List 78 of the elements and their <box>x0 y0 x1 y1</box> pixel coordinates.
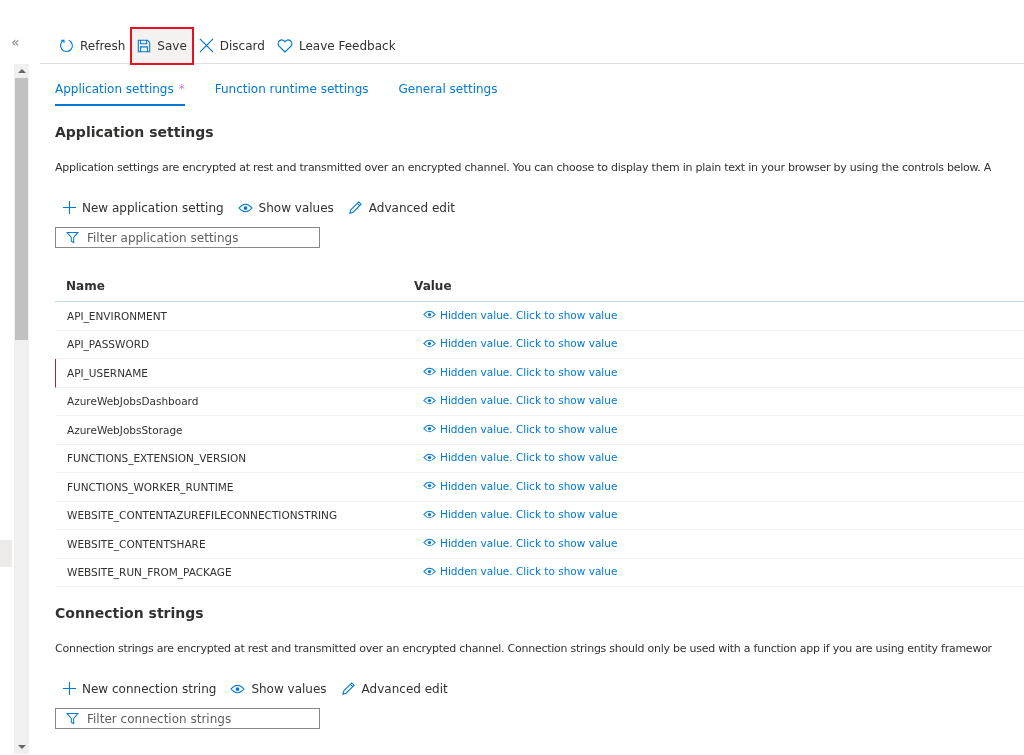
refresh-icon <box>59 38 74 53</box>
section-description: Application settings are encrypted at rest and transmitted over an encrypted channel. You can choose to display them in plain text in your browser by using the controls below. A <box>55 161 993 174</box>
close-icon <box>198 38 214 53</box>
filter-icon <box>66 231 79 244</box>
table-row[interactable]: API_PASSWORD Hidden value. Click to show value <box>55 330 1024 359</box>
tab[interactable]: Application settings * <box>55 79 185 106</box>
table-row[interactable]: AzureWebJobsDashboard Hidden value. Click to show value <box>55 387 1024 416</box>
save-icon <box>137 38 152 53</box>
eye-icon <box>423 310 436 320</box>
eye-icon <box>423 367 436 377</box>
show-value-link[interactable]: Hidden value. Click to show value <box>423 565 618 578</box>
eye-icon <box>423 338 436 348</box>
heart-icon <box>276 38 293 53</box>
section-description: Connection strings are encrypted at rest and transmitted over an encrypted channel. Connection strings should only be used with a function app if you are using entity framewor <box>55 642 993 655</box>
show-value-link[interactable]: Hidden value. Click to show value <box>423 308 618 321</box>
table-row[interactable]: FUNCTIONS_EXTENSION_VERSION Hidden value. Click to show value <box>55 444 1024 473</box>
eye-icon <box>423 566 436 576</box>
eye-icon <box>423 538 436 548</box>
filter-icon <box>66 712 79 725</box>
setting-name: API_ENVIRONMENT <box>66 309 168 322</box>
show-value-link[interactable]: Hidden value. Click to show value <box>423 479 618 492</box>
filter-field[interactable]: Filter application settings <box>55 227 320 248</box>
eye-icon <box>423 395 436 405</box>
setting-name: WEBSITE_CONTENTAZUREFILECONNECTIONSTRING <box>66 509 339 522</box>
setting-name: WEBSITE_RUN_FROM_PACKAGE <box>66 566 233 579</box>
scroll-down-icon[interactable] <box>17 744 26 750</box>
advanced-edit-button[interactable]: Advanced edit <box>347 200 455 215</box>
show-value-link[interactable]: Hidden value. Click to show value <box>423 365 618 378</box>
eye-icon <box>230 683 246 694</box>
show-value-link[interactable]: Hidden value. Click to show value <box>423 451 618 464</box>
setting-name: AzureWebJobsStorage <box>66 423 184 436</box>
setting-name: API_PASSWORD <box>66 338 151 351</box>
tab[interactable]: Function runtime settings <box>214 79 369 106</box>
refresh-button[interactable]: Refresh <box>54 28 131 63</box>
add-button[interactable]: New connection string <box>55 681 217 696</box>
scroll-up-icon[interactable] <box>17 68 26 74</box>
pencil-icon <box>340 681 356 696</box>
tab[interactable]: General settings <box>398 79 498 106</box>
show-values-button[interactable]: Show values <box>230 681 327 696</box>
column-header: Value <box>414 279 453 293</box>
scrollbar[interactable] <box>14 64 29 754</box>
show-value-link[interactable]: Hidden value. Click to show value <box>423 337 618 350</box>
pencil-icon <box>347 200 363 215</box>
discard-button[interactable]: Discard <box>193 28 270 63</box>
eye-icon <box>237 202 253 213</box>
setting-name: WEBSITE_CONTENTSHARE <box>66 537 207 550</box>
table-row[interactable]: AzureWebJobsStorage Hidden value. Click to show value <box>55 416 1024 445</box>
setting-name: AzureWebJobsDashboard <box>66 395 200 408</box>
plus-icon <box>63 682 76 695</box>
collapse-button[interactable]: « <box>11 34 20 50</box>
eye-icon <box>423 481 436 491</box>
filter-field[interactable]: Filter connection strings <box>55 708 320 729</box>
show-value-link[interactable]: Hidden value. Click to show value <box>423 422 618 435</box>
section-heading: Connection strings <box>55 605 205 621</box>
add-button[interactable]: New application setting <box>55 200 224 215</box>
advanced-edit-button[interactable]: Advanced edit <box>340 681 448 696</box>
plus-icon <box>63 201 76 214</box>
show-value-link[interactable]: Hidden value. Click to show value <box>423 394 618 407</box>
show-values-button[interactable]: Show values <box>237 200 334 215</box>
column-header: Name <box>65 279 106 293</box>
table-row[interactable]: WEBSITE_CONTENTAZUREFILECONNECTIONSTRING Hidden value. Click to show value <box>55 501 1024 530</box>
table-row[interactable]: API_ENVIRONMENT Hidden value. Click to show value <box>55 302 1024 331</box>
setting-name: FUNCTIONS_WORKER_RUNTIME <box>66 480 235 493</box>
table-row[interactable]: FUNCTIONS_WORKER_RUNTIME Hidden value. Click to show value <box>55 473 1024 502</box>
feedback-button[interactable]: Leave Feedback <box>271 28 401 63</box>
eye-icon <box>423 509 436 519</box>
eye-icon <box>423 424 436 434</box>
eye-icon <box>423 452 436 462</box>
save-button[interactable]: Save <box>132 28 192 63</box>
table-row[interactable]: API_USERNAME Hidden value. Click to show value <box>55 359 1024 388</box>
table-row[interactable]: WEBSITE_CONTENTSHARE Hidden value. Click to show value <box>55 530 1024 559</box>
setting-name: FUNCTIONS_EXTENSION_VERSION <box>66 452 248 465</box>
show-value-link[interactable]: Hidden value. Click to show value <box>423 508 618 521</box>
setting-name: API_USERNAME <box>66 366 149 379</box>
table-row[interactable]: WEBSITE_RUN_FROM_PACKAGE Hidden value. Click to show value <box>55 558 1024 587</box>
section-heading: Application settings <box>55 124 215 140</box>
show-value-link[interactable]: Hidden value. Click to show value <box>423 536 618 549</box>
scrollbar-thumb[interactable] <box>15 78 28 340</box>
